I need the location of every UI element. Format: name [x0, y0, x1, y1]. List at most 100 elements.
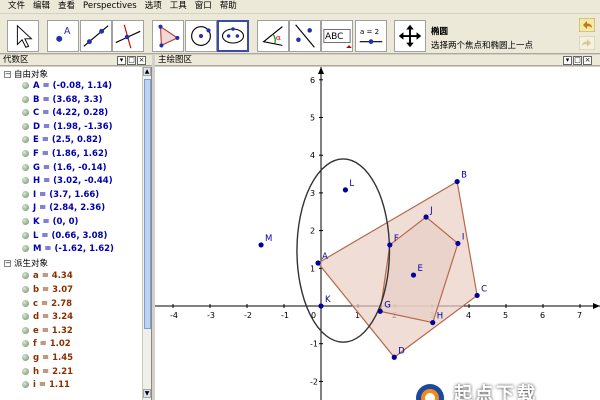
graphics-view[interactable]: -4-3-2-101234567-2-1123456ABCDEFGHIJKLM — [155, 67, 600, 400]
dependent-object-item[interactable]: a = 4.34 — [22, 271, 73, 282]
visibility-toggle-icon[interactable] — [22, 122, 29, 130]
free-object-item[interactable]: B = (3.68, 3.3) — [22, 95, 103, 106]
y-tick-label: -2 — [310, 377, 318, 386]
free-object-item[interactable]: H = (3.02, -0.44) — [22, 176, 113, 187]
free-object-item[interactable]: L = (0.66, 3.08) — [22, 231, 107, 242]
collapse-icon[interactable]: − — [4, 71, 11, 78]
dependent-object-item[interactable]: i = 1.11 — [22, 380, 70, 391]
y-tick-label: -1 — [310, 340, 318, 349]
visibility-toggle-icon[interactable] — [22, 340, 29, 348]
menu-item-5[interactable]: 工具 — [166, 0, 191, 13]
x-tick-label: -4 — [170, 311, 178, 320]
menu-item-7[interactable]: 帮助 — [216, 0, 241, 13]
perpendicular-line-tool-button[interactable] — [112, 20, 144, 52]
visibility-toggle-icon[interactable] — [22, 286, 29, 293]
point-label: I — [462, 232, 465, 242]
visibility-toggle-icon[interactable] — [22, 109, 29, 117]
dependent-object-item[interactable]: f = 1.02 — [22, 339, 71, 350]
scrollbar-thumb[interactable] — [144, 79, 151, 329]
free-object-item[interactable]: M = (-1.62, 1.62) — [22, 244, 114, 255]
visibility-toggle-icon[interactable] — [22, 136, 29, 144]
point-g — [377, 308, 383, 314]
free-object-item[interactable]: G = (1.6, -0.14) — [22, 163, 107, 174]
menu-item-3[interactable]: Perspectives — [79, 0, 141, 13]
visibility-toggle-icon[interactable] — [22, 218, 29, 225]
undo-icon[interactable] — [578, 17, 596, 33]
free-object-item[interactable]: E = (2.5, 0.82) — [22, 135, 102, 146]
visibility-toggle-icon[interactable] — [22, 95, 29, 103]
point-tool-button[interactable]: A — [47, 20, 79, 52]
dependent-object-item[interactable]: e = 1.32 — [22, 326, 73, 337]
menu-item-2[interactable]: 查看 — [54, 0, 79, 13]
visibility-toggle-icon[interactable] — [22, 367, 29, 375]
move-tool-button[interactable] — [7, 20, 39, 52]
dependent-object-item[interactable]: h = 2.21 — [22, 367, 73, 378]
point-label: H — [437, 312, 443, 322]
panel-menu-icon[interactable]: ▾ — [117, 56, 126, 65]
polygon-tool-button[interactable] — [152, 20, 184, 52]
scroll-down-icon[interactable]: ▼ — [143, 389, 151, 398]
visibility-toggle-icon[interactable] — [22, 150, 29, 157]
visibility-toggle-icon[interactable] — [22, 177, 29, 185]
free-objects-group[interactable]: − 自由对象 — [4, 70, 48, 81]
collapse-icon[interactable]: − — [4, 259, 11, 267]
x-tick-label: 6 — [540, 311, 545, 320]
line-tool-button[interactable] — [80, 20, 112, 52]
dependent-object-item[interactable]: d = 3.24 — [22, 312, 73, 323]
free-object-item[interactable]: J = (2.84, 2.36) — [22, 203, 105, 214]
panel-close-icon[interactable]: × — [137, 56, 146, 65]
point-label: B — [461, 171, 467, 181]
point-k — [318, 303, 324, 309]
point-label: G — [384, 300, 391, 310]
point-label: C — [481, 284, 487, 294]
x-tick-label: -1 — [281, 311, 289, 320]
visibility-toggle-icon[interactable] — [22, 354, 29, 361]
y-tick-label: 3 — [310, 189, 315, 198]
menu-item-0[interactable]: 文件 — [4, 0, 29, 13]
visibility-toggle-icon[interactable] — [22, 82, 29, 89]
free-object-item[interactable]: D = (1.98, -1.36) — [22, 122, 113, 133]
visibility-toggle-icon[interactable] — [22, 299, 29, 307]
redo-icon[interactable] — [578, 35, 596, 51]
free-object-item[interactable]: K = (0, 0) — [22, 217, 78, 228]
point-label: F — [394, 234, 399, 244]
visibility-toggle-icon[interactable] — [22, 245, 29, 253]
free-object-item[interactable]: A = (-0.08, 1.14) — [22, 81, 112, 92]
panel-close-icon[interactable]: × — [583, 56, 592, 65]
dependent-object-item[interactable]: b = 3.07 — [22, 285, 73, 296]
text-tool-button[interactable]: ABC — [321, 20, 353, 52]
geogebra-window: 文件 编辑 查看 Perspectives 选项 工具 窗口 帮助 A α AB… — [0, 0, 600, 400]
move-graphics-tool-button[interactable] — [394, 20, 426, 52]
visibility-toggle-icon[interactable] — [22, 231, 29, 239]
reflect-tool-button[interactable] — [289, 20, 321, 52]
panel-detach-icon[interactable]: □ — [127, 56, 136, 65]
visibility-toggle-icon[interactable] — [22, 313, 29, 321]
graphics-panel-header: 主绘图区 ▾ □ × — [155, 55, 600, 66]
free-object-item[interactable]: C = (4.22, 0.28) — [22, 108, 108, 119]
visibility-toggle-icon[interactable] — [22, 272, 29, 280]
menu-item-6[interactable]: 窗口 — [191, 0, 216, 13]
menu-item-1[interactable]: 编辑 — [29, 0, 54, 13]
visibility-toggle-icon[interactable] — [22, 190, 29, 198]
dependent-object-item[interactable]: g = 1.45 — [22, 353, 73, 364]
slider-tool-button[interactable]: a = 2 — [355, 20, 387, 52]
ellipse-tool-button[interactable] — [217, 20, 249, 52]
angle-tool-button[interactable]: α — [257, 20, 289, 52]
visibility-toggle-icon[interactable] — [22, 204, 29, 212]
panel-detach-icon[interactable]: □ — [573, 56, 582, 65]
text-tool-label: ABC — [325, 32, 344, 42]
graphics-canvas[interactable]: -4-3-2-101234567-2-1123456ABCDEFGHIJKLM — [155, 67, 600, 400]
scroll-up-icon[interactable]: ▲ — [143, 67, 151, 76]
algebra-scrollbar[interactable]: ▲ ▼ — [142, 67, 151, 400]
visibility-toggle-icon[interactable] — [22, 326, 29, 334]
free-object-item[interactable]: F = (1.86, 1.62) — [22, 149, 108, 160]
y-tick-label: 4 — [310, 151, 315, 160]
free-object-item[interactable]: I = (3.7, 1.66) — [22, 190, 99, 201]
visibility-toggle-icon[interactable] — [22, 381, 29, 389]
panel-menu-icon[interactable]: ▾ — [563, 56, 572, 65]
menu-item-4[interactable]: 选项 — [141, 0, 166, 13]
dependent-object-item[interactable]: c = 2.78 — [22, 299, 72, 310]
circle-tool-button[interactable] — [185, 20, 217, 52]
dependent-objects-group[interactable]: − 派生对象 — [4, 259, 48, 270]
visibility-toggle-icon[interactable] — [22, 163, 29, 171]
